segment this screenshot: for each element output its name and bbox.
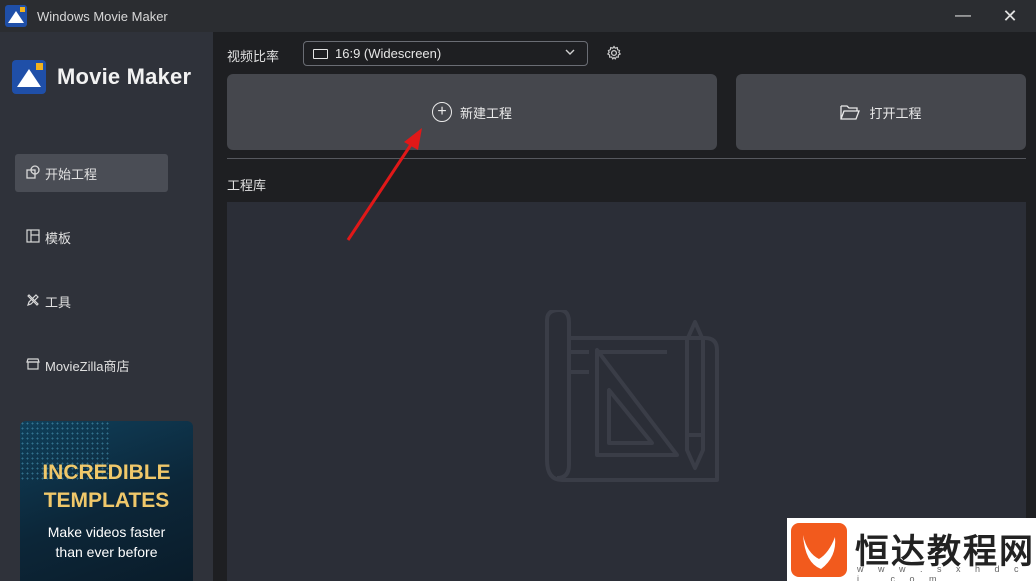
store-icon <box>25 357 41 374</box>
library-label: 工程库 <box>227 178 267 193</box>
sidebar-item-tools[interactable]: 工具 <box>15 282 168 320</box>
sidebar-item-label: MovieZilla商店 <box>45 358 130 374</box>
promo-headline: INCREDIBLE TEMPLATES <box>20 459 193 515</box>
new-project-button[interactable]: + 新建工程 <box>227 74 717 150</box>
promo-subtitle: Make videos faster than ever before <box>20 522 193 562</box>
divider <box>227 158 1026 159</box>
brand-logo <box>12 60 46 94</box>
ratio-value: 16:9 (Widescreen) <box>335 46 442 61</box>
toolbox-icon <box>25 293 41 310</box>
sidebar: Movie Maker 开始工程 模板 工具 MovieZilla商店 INCR… <box>0 32 213 581</box>
promo-sub-line2: than ever before <box>55 544 158 560</box>
promo-sub-line1: Make videos faster <box>47 524 166 540</box>
ratio-select[interactable]: 16:9 (Widescreen) <box>303 41 588 66</box>
watermark: 恒达教程网 w w w . s x h d c j . c o m <box>787 518 1036 581</box>
open-project-button[interactable]: 打开工程 <box>736 74 1026 150</box>
app-icon <box>5 5 27 27</box>
title-bar: Windows Movie Maker — ✕ <box>0 0 1036 32</box>
brand: Movie Maker <box>12 60 191 94</box>
close-button[interactable]: ✕ <box>987 0 1033 32</box>
folder-open-icon <box>840 104 861 120</box>
sidebar-item-start-project[interactable]: 开始工程 <box>15 154 168 192</box>
sidebar-item-store[interactable]: MovieZilla商店 <box>15 346 168 384</box>
promo-headline-line1: INCREDIBLE <box>42 461 171 484</box>
blueprint-illustration-icon <box>527 308 727 495</box>
new-project-label: 新建工程 <box>459 105 512 121</box>
template-icon <box>25 228 41 246</box>
chevron-down-icon <box>565 46 575 61</box>
brand-name: Movie Maker <box>57 64 192 89</box>
window-title: Windows Movie Maker <box>37 8 168 24</box>
open-project-label: 打开工程 <box>869 105 922 121</box>
shapes-icon <box>25 164 41 182</box>
sidebar-item-templates[interactable]: 模板 <box>15 218 168 256</box>
sidebar-item-label: 工具 <box>45 294 72 310</box>
sidebar-item-label: 开始工程 <box>45 166 98 182</box>
widescreen-icon <box>313 48 328 59</box>
sidebar-item-label: 模板 <box>45 230 72 246</box>
promo-headline-line2: TEMPLATES <box>43 489 170 512</box>
gear-icon[interactable] <box>604 43 624 63</box>
plus-circle-icon: + <box>431 102 452 122</box>
minimize-button[interactable]: — <box>940 0 986 32</box>
ratio-label: 视频比率 <box>227 49 280 64</box>
main-area: 视频比率 16:9 (Widescreen) + 新建工程 打开工程 工程库 <box>213 32 1036 581</box>
watermark-url: w w w . s x h d c j . c o m <box>857 564 1025 581</box>
watermark-logo <box>791 523 847 577</box>
promo-banner[interactable]: INCREDIBLE TEMPLATES Make videos faster … <box>20 421 193 581</box>
